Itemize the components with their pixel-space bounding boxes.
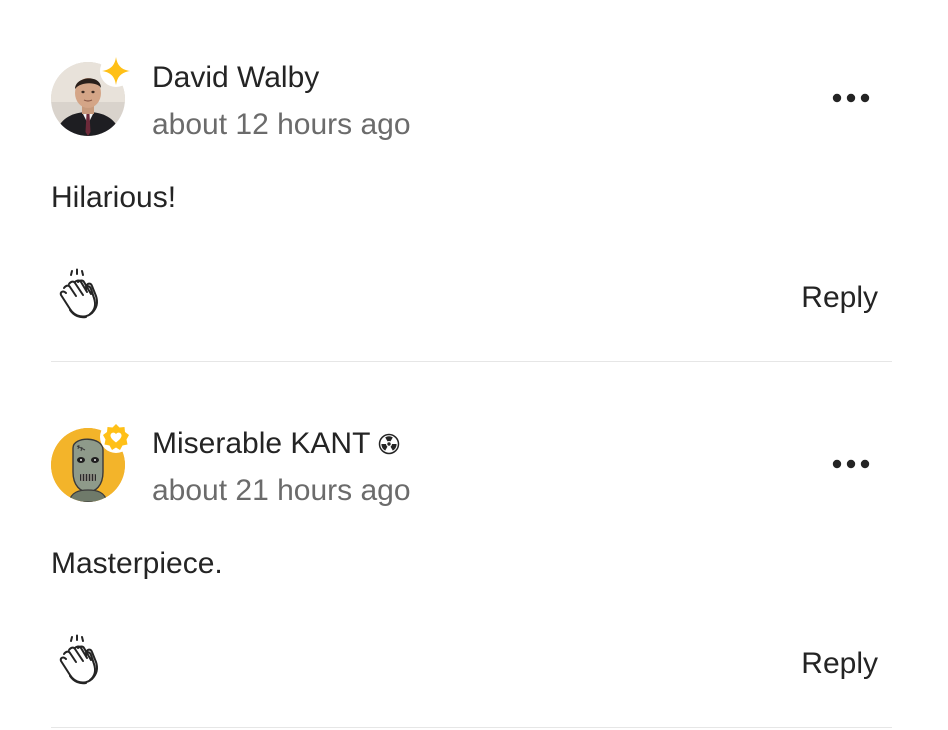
radioactive-icon <box>379 433 400 455</box>
more-options-button[interactable] <box>828 449 874 479</box>
comment-item: David Walby about 12 hours ago Hilarious… <box>0 0 948 362</box>
clap-icon <box>59 268 98 319</box>
comment-timestamp[interactable]: about 21 hours ago <box>152 473 411 509</box>
more-options-button[interactable] <box>828 83 874 113</box>
sparkle-badge-icon <box>100 55 132 87</box>
comment-item: Miserable KANT about 21 hours ago Master… <box>0 362 948 730</box>
comment-timestamp[interactable]: about 12 hours ago <box>152 107 411 143</box>
avatar-container[interactable] <box>51 55 132 136</box>
clap-button[interactable] <box>50 634 106 690</box>
member-heart-badge-icon <box>100 421 132 453</box>
comment-text: Hilarious! <box>51 181 177 214</box>
clap-icon <box>59 634 98 685</box>
reply-button[interactable]: Reply <box>801 280 878 316</box>
more-dots-icon <box>832 459 870 469</box>
author-name-row[interactable]: David Walby <box>152 60 319 96</box>
clap-button[interactable] <box>50 268 106 324</box>
reply-button[interactable]: Reply <box>801 646 878 682</box>
divider <box>51 727 892 728</box>
comment-text: Masterpiece. <box>51 547 223 580</box>
author-name-row[interactable]: Miserable KANT <box>152 426 400 462</box>
more-dots-icon <box>832 93 870 103</box>
avatar-container[interactable] <box>51 421 132 502</box>
author-name[interactable]: Miserable KANT <box>152 426 370 462</box>
author-name[interactable]: David Walby <box>152 60 319 96</box>
